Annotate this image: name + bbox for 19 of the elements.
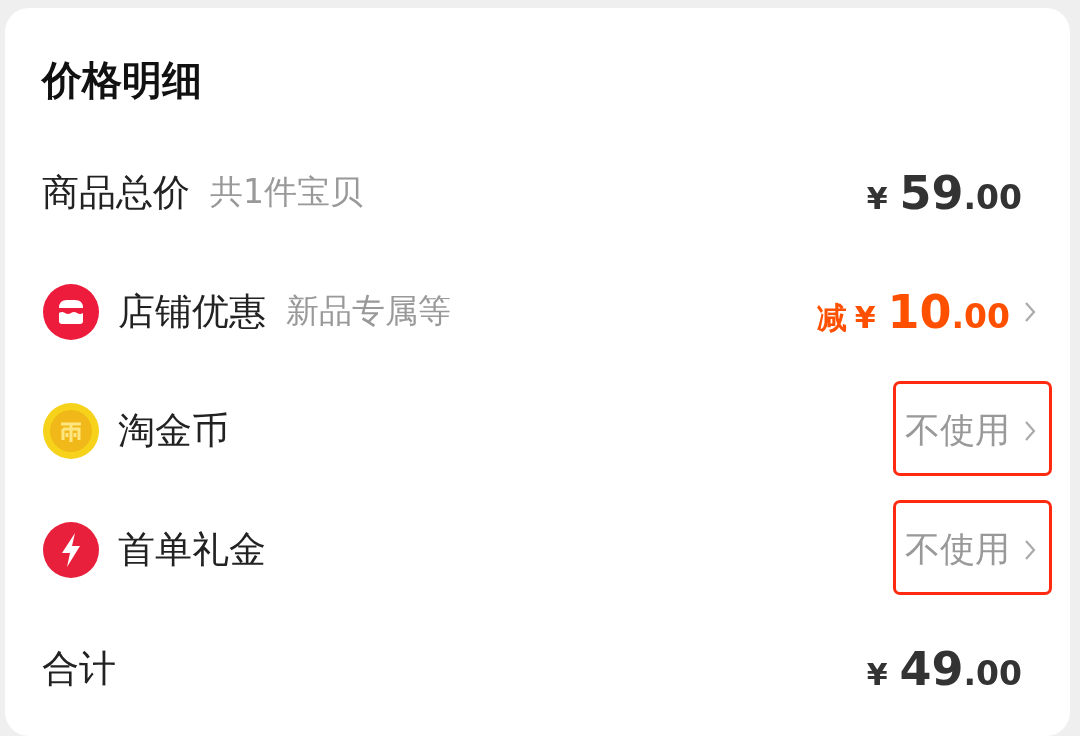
store-icon (42, 282, 100, 341)
row-label: 淘金币 (118, 407, 229, 454)
row-note: 新品专属等 (286, 290, 451, 332)
bolt-icon (42, 520, 100, 579)
option-value[interactable]: 不使用 (905, 407, 1010, 454)
coin-icon (42, 401, 100, 460)
row-label: 合计 (42, 645, 116, 692)
section-title: 价格明细 (42, 56, 203, 105)
row-label: 商品总价 (42, 169, 190, 216)
row-label: 店铺优惠 (118, 288, 266, 335)
row-label: 首单礼金 (118, 526, 266, 573)
discount-amount: 减 ¥ 10.00 (816, 284, 1010, 339)
row-note: 共1件宝贝 (210, 171, 363, 213)
chevron-right-icon[interactable] (1024, 300, 1036, 323)
chevron-right-icon[interactable] (1024, 538, 1036, 561)
price-amount: ¥ 49.00 (866, 641, 1022, 696)
price-amount: ¥ 59.00 (866, 165, 1022, 220)
option-value[interactable]: 不使用 (905, 526, 1010, 573)
chevron-right-icon[interactable] (1024, 419, 1036, 442)
